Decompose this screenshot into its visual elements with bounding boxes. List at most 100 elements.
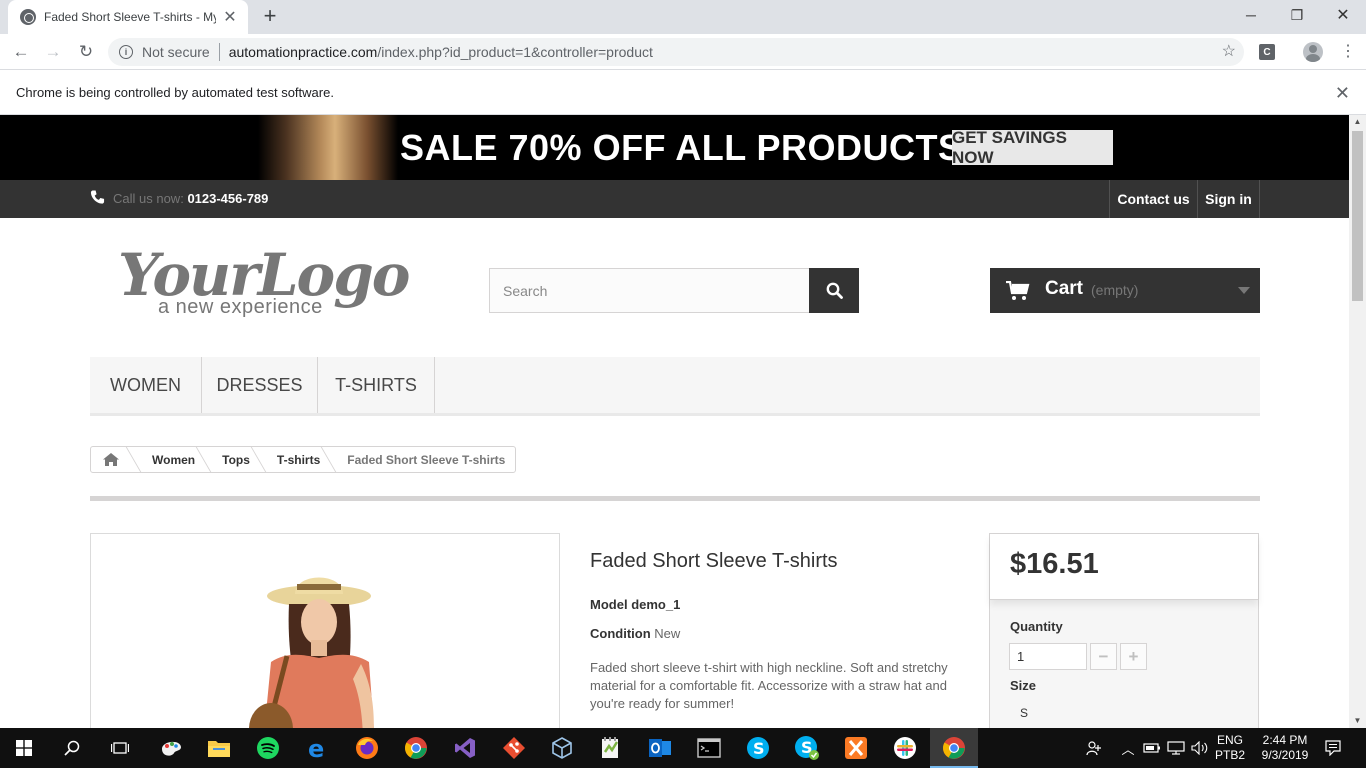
tray-overflow-chevron-icon[interactable]: ︿ (1120, 728, 1136, 768)
keyboard-layout: PTB2 (1214, 748, 1245, 762)
product-price: $16.51 (990, 534, 1258, 600)
tab-title: Faded Short Sleeve T-shirts - My (44, 10, 216, 24)
browser-toolbar: ← → ↻ i Not secure automationpractice.co… (0, 34, 1366, 70)
product-description: Faded short sleeve t-shirt with high nec… (590, 660, 948, 711)
cart-status: (empty) (1091, 282, 1139, 298)
reload-icon[interactable]: ↻ (74, 40, 98, 64)
logo-tagline: a new experience (158, 296, 323, 318)
search-button[interactable] (809, 268, 859, 313)
people-icon[interactable] (1084, 728, 1104, 768)
virtualbox-icon[interactable] (538, 728, 586, 768)
clock[interactable]: 2:44 PM 9/3/2019 (1252, 733, 1318, 763)
skype-icon[interactable]: S (734, 728, 782, 768)
chrome-menu-icon[interactable]: ⋮ (1340, 42, 1356, 62)
paint-icon[interactable] (147, 728, 195, 768)
browser-tab-strip: Faded Short Sleeve T-shirts - My ✕ + ─ ❐… (0, 0, 1366, 34)
git-icon[interactable] (490, 728, 538, 768)
page-scrollbar[interactable]: ▲ ▼ (1349, 115, 1366, 728)
notepad-plus-plus-icon[interactable] (587, 728, 635, 768)
sign-in-link[interactable]: Sign in (1197, 180, 1259, 218)
size-select[interactable]: S (1020, 706, 1028, 720)
network-icon[interactable] (1166, 728, 1186, 768)
terminal-icon[interactable] (685, 728, 733, 768)
search-icon[interactable] (48, 728, 96, 768)
call-us-text: Call us now: 0123-456-789 (113, 191, 268, 206)
scroll-up-icon[interactable]: ▲ (1349, 115, 1366, 129)
outlook-icon[interactable] (636, 728, 684, 768)
skype-for-business-icon[interactable]: S (783, 728, 831, 768)
extension-icon[interactable]: C (1259, 44, 1275, 60)
condition-label: Condition (590, 626, 651, 641)
menu-item-t-shirts[interactable]: T-SHIRTS (318, 357, 435, 413)
chrome-active-icon[interactable] (930, 728, 978, 768)
url-path[interactable]: /index.php?id_product=1&controller=produ… (377, 44, 653, 60)
menu-item-women[interactable]: WOMEN (90, 357, 202, 413)
quantity-input[interactable] (1009, 643, 1087, 670)
chevron-down-icon (1238, 287, 1250, 294)
volume-icon[interactable] (1190, 728, 1210, 768)
minimize-icon[interactable]: ─ (1228, 0, 1274, 30)
breadcrumb-home[interactable] (91, 447, 131, 472)
infobar-text: Chrome is being controlled by automated … (16, 85, 334, 100)
back-icon[interactable]: ← (9, 40, 33, 64)
address-bar[interactable]: i Not secure automationpractice.com/inde… (108, 38, 1244, 66)
task-view-icon[interactable] (96, 728, 144, 768)
scrollbar-thumb[interactable] (1352, 131, 1363, 301)
cart-button[interactable]: Cart (empty) (990, 268, 1260, 313)
menu-item-dresses[interactable]: DRESSES (202, 357, 318, 413)
nav-divider (1259, 180, 1260, 218)
promo-banner[interactable]: SALE 70% OFF ALL PRODUCTS GET SAVINGS NO… (0, 115, 1349, 180)
profile-avatar-icon[interactable] (1303, 42, 1323, 62)
header-nav: Call us now: 0123-456-789 Contact us Sig… (0, 180, 1349, 218)
breadcrumb: Women Tops T-shirts Faded Short Sleeve T… (90, 446, 517, 473)
breadcrumb-current: Faded Short Sleeve T-shirts (347, 452, 506, 467)
input-language[interactable]: ENG PTB2 (1212, 733, 1248, 763)
notifications-icon[interactable] (1322, 728, 1344, 768)
call-us-label: Call us now: (113, 191, 184, 206)
security-label[interactable]: Not secure (142, 44, 210, 60)
tab-close-icon[interactable]: ✕ (222, 7, 238, 27)
firefox-icon[interactable] (343, 728, 391, 768)
scroll-down-icon[interactable]: ▼ (1349, 714, 1366, 728)
window-close-icon[interactable]: ✕ (1320, 0, 1366, 30)
cart-label: Cart (1045, 278, 1084, 299)
url-host[interactable]: automationpractice.com (229, 44, 378, 60)
info-icon[interactable]: i (119, 45, 133, 59)
search-input[interactable] (490, 269, 810, 312)
chrome-icon[interactable] (392, 728, 440, 768)
breadcrumb-t-shirts[interactable]: T-shirts (267, 453, 326, 467)
product-image[interactable] (90, 533, 560, 728)
store-logo[interactable]: YourLogo a new experience (118, 240, 410, 325)
clock-time: 2:44 PM (1262, 733, 1308, 747)
new-tab-button[interactable]: + (258, 3, 282, 29)
browser-tab[interactable]: Faded Short Sleeve T-shirts - My ✕ (8, 0, 248, 34)
quantity-plus-button[interactable]: + (1120, 643, 1147, 670)
clock-date: 9/3/2019 (1261, 748, 1309, 762)
spotify-icon[interactable] (244, 728, 292, 768)
product-name: Faded Short Sleeve T-shirts (590, 550, 838, 572)
phone-number: 0123-456-789 (187, 191, 269, 206)
get-savings-button[interactable]: GET SAVINGS NOW (952, 128, 1113, 167)
infobar-close-icon[interactable]: ✕ (1335, 83, 1350, 104)
bookmark-star-icon[interactable]: ☆ (1222, 41, 1236, 61)
contact-us-link[interactable]: Contact us (1109, 180, 1197, 218)
battery-icon[interactable] (1142, 728, 1162, 768)
quantity-minus-button[interactable]: − (1090, 643, 1117, 670)
svg-text:S: S (753, 739, 765, 758)
visual-studio-icon[interactable] (441, 728, 489, 768)
xampp-icon[interactable] (832, 728, 880, 768)
breadcrumb-tops[interactable]: Tops (212, 453, 256, 467)
file-explorer-icon[interactable] (195, 728, 243, 768)
product-photo (249, 577, 374, 728)
forward-icon[interactable]: → (41, 40, 65, 64)
banner-model-image (258, 115, 398, 180)
edge-icon[interactable]: e (294, 728, 342, 768)
maximize-icon[interactable]: ❐ (1274, 0, 1320, 30)
breadcrumb-women[interactable]: Women (142, 453, 201, 467)
cart-icon (1006, 281, 1030, 300)
automation-infobar: Chrome is being controlled by automated … (0, 71, 1366, 115)
windows-start-icon[interactable] (0, 728, 48, 768)
search-box (489, 268, 859, 313)
language-code: ENG (1216, 733, 1243, 747)
slack-icon[interactable] (881, 728, 929, 768)
